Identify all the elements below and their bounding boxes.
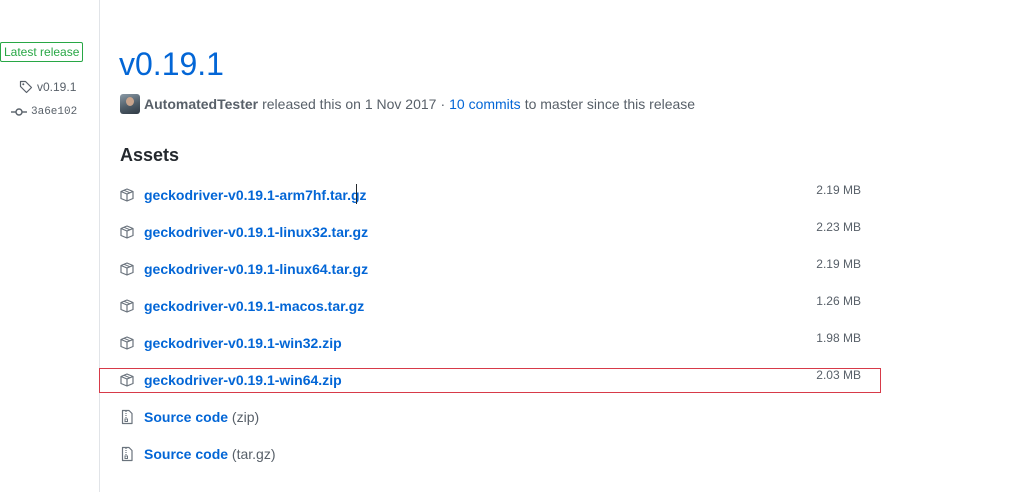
source-code-link[interactable]: Source code (zip) [144,406,259,428]
git-commit-icon [11,107,27,117]
source-code-ext: (zip) [231,409,260,425]
asset-row[interactable]: geckodriver-v0.19.1-linux64.tar.gz 2.19 … [119,257,861,280]
asset-row[interactable]: geckodriver-v0.19.1-linux32.tar.gz 2.23 … [119,220,861,243]
source-code-label: Source code [144,409,229,425]
package-icon [119,335,135,351]
latest-release-badge: Latest release [0,42,84,62]
byline-separator: · [440,96,446,112]
asset-link[interactable]: geckodriver-v0.19.1-win64.zip [144,369,342,391]
asset-link[interactable]: geckodriver-v0.19.1-linux32.tar.gz [144,221,368,243]
asset-size: 1.98 MB [816,331,861,345]
asset-link[interactable]: geckodriver-v0.19.1-macos.tar.gz [144,295,364,317]
source-code-row[interactable]: Source code (tar.gz) [119,443,861,465]
asset-size: 2.19 MB [816,183,861,197]
file-zip-icon [119,446,135,462]
package-icon [119,224,135,240]
release-sidebar: Latest release v0.19.1 3a6e102 [0,0,100,492]
release-commit-sha: 3a6e102 [31,106,78,118]
asset-size: 2.03 MB [816,368,861,382]
release-author[interactable]: AutomatedTester [144,96,258,112]
text-cursor [356,184,357,204]
asset-link[interactable]: geckodriver-v0.19.1-linux64.tar.gz [144,258,368,280]
asset-size: 1.26 MB [816,294,861,308]
release-title[interactable]: v0.19.1 [119,42,224,86]
release-tag[interactable]: v0.19.1 [19,78,76,96]
assets-heading: Assets [120,145,180,165]
release-tag-label: v0.19.1 [37,80,77,94]
source-code-label: Source code [144,446,229,462]
asset-row[interactable]: geckodriver-v0.19.1-macos.tar.gz 1.26 MB [119,294,861,317]
asset-size: 2.23 MB [816,220,861,234]
asset-size: 2.19 MB [816,257,861,271]
package-icon [119,298,135,314]
asset-link[interactable]: geckodriver-v0.19.1-win32.zip [144,332,342,354]
source-code-link[interactable]: Source code (tar.gz) [144,443,276,465]
package-icon [119,261,135,277]
author-avatar[interactable] [120,94,140,114]
source-code-row[interactable]: Source code (zip) [119,406,861,428]
commits-suffix: to master since this release [524,96,696,112]
package-icon [119,372,135,388]
asset-row[interactable]: geckodriver-v0.19.1-win32.zip 1.98 MB [119,331,861,354]
release-date-text: released this on 1 Nov 2017 [262,96,437,112]
commits-link[interactable]: 10 commits [449,96,521,112]
release-byline: AutomatedTester released this on 1 Nov 2… [120,94,695,114]
tag-icon [19,80,33,94]
file-zip-icon [119,409,135,425]
asset-link[interactable]: geckodriver-v0.19.1-arm7hf.tar.gz [144,184,367,206]
release-commit[interactable]: 3a6e102 [11,103,77,121]
asset-row[interactable]: geckodriver-v0.19.1-arm7hf.tar.gz 2.19 M… [119,183,861,206]
source-code-ext: (tar.gz) [231,446,276,462]
asset-row-highlighted[interactable]: geckodriver-v0.19.1-win64.zip 2.03 MB [119,368,861,391]
package-icon [119,187,135,203]
